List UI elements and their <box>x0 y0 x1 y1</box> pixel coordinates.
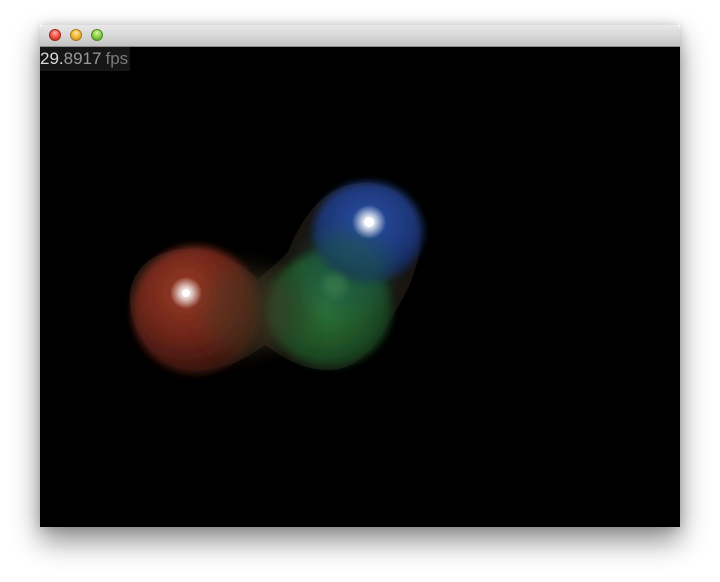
app-window: 29.8917 fps <box>40 25 680 527</box>
red-highlight-core <box>182 289 190 297</box>
render-viewport[interactable]: 29.8917 fps <box>40 47 680 527</box>
blue-highlight-core <box>364 217 374 227</box>
minimize-window-button[interactable] <box>70 29 82 41</box>
green-highlight <box>323 273 347 297</box>
title-bar[interactable] <box>40 25 680 47</box>
blend-glow <box>300 232 390 312</box>
zoom-window-button[interactable] <box>91 29 103 41</box>
metaball-scene <box>129 182 423 374</box>
close-window-button[interactable] <box>49 29 61 41</box>
fps-counter: 29.8917 fps <box>40 47 131 71</box>
blend-glow-left <box>205 265 285 355</box>
fps-integer: 29. <box>40 49 64 68</box>
fps-fraction: 8917 <box>63 49 102 68</box>
fps-unit: fps <box>105 49 129 68</box>
